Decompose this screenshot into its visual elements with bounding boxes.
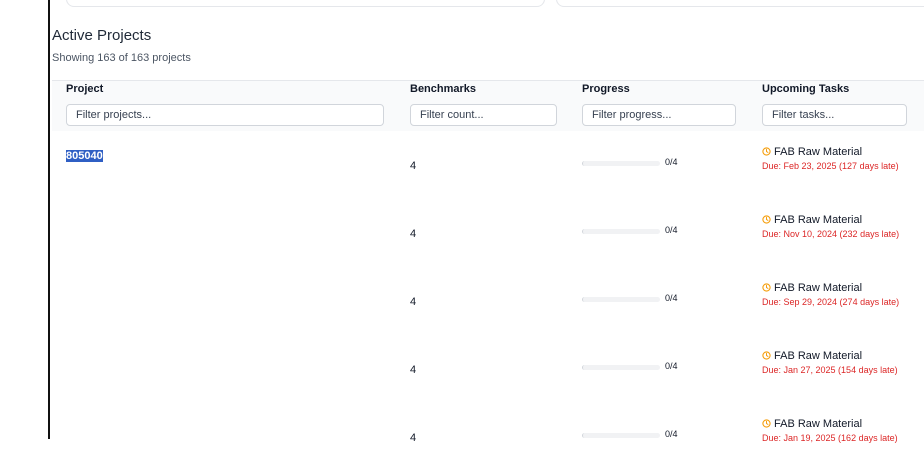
task-title-line: FAB Raw Material <box>762 350 912 363</box>
upcoming-task[interactable]: FAB Raw Material Due: Jan 19, 2025 (162 … <box>762 418 912 445</box>
column-header-benchmarks[interactable]: Benchmarks <box>410 83 476 95</box>
task-name: FAB Raw Material <box>774 282 863 294</box>
benchmarks-cell: 4 <box>410 160 417 172</box>
task-title-line: FAB Raw Material <box>762 214 912 227</box>
table-row[interactable]: 4 0/4 FAB Raw Material Due: Nov 10, 2024… <box>52 199 924 268</box>
upcoming-task[interactable]: FAB Raw Material Due: Jan 27, 2025 (154 … <box>762 350 912 377</box>
upcoming-task[interactable]: FAB Raw Material Due: Sep 29, 2024 (274 … <box>762 282 912 309</box>
column-header-upcoming-tasks[interactable]: Upcoming Tasks <box>762 83 849 95</box>
project-cell: 805040 <box>66 150 103 162</box>
task-name: FAB Raw Material <box>774 214 863 226</box>
left-divider <box>48 0 50 439</box>
progress-bar <box>582 229 660 234</box>
benchmarks-cell: 4 <box>410 432 417 444</box>
progress-text: 0/4 <box>665 429 678 439</box>
clock-icon <box>762 351 771 360</box>
task-due-date: Due: Sep 29, 2024 (274 days late) <box>762 297 900 307</box>
upcoming-task[interactable]: FAB Raw Material Due: Nov 10, 2024 (232 … <box>762 214 912 241</box>
section-title: Active Projects <box>52 27 152 44</box>
progress-text: 0/4 <box>665 225 678 235</box>
summary-card <box>556 0 924 7</box>
progress-bar <box>582 161 660 166</box>
filter-benchmarks-input[interactable] <box>410 104 557 126</box>
table-row[interactable]: 805040 4 0/4 FAB Raw Material Due: Feb 2… <box>52 131 924 200</box>
projects-table: Project Benchmarks Progress Upcoming Tas… <box>52 80 924 450</box>
progress-bar <box>582 433 660 438</box>
task-title-line: FAB Raw Material <box>762 418 912 431</box>
filter-tasks-input[interactable] <box>762 104 907 126</box>
progress-bar <box>582 365 660 370</box>
table-row[interactable]: 4 0/4 FAB Raw Material Due: Sep 29, 2024… <box>52 267 924 336</box>
task-title-line: FAB Raw Material <box>762 146 912 159</box>
progress-text: 0/4 <box>665 293 678 303</box>
table-row[interactable]: 4 0/4 FAB Raw Material Due: Jan 27, 2025… <box>52 335 924 404</box>
clock-icon <box>762 283 771 292</box>
benchmarks-cell: 4 <box>410 296 417 308</box>
task-name: FAB Raw Material <box>774 418 863 430</box>
task-name: FAB Raw Material <box>774 146 863 158</box>
task-due-date: Due: Nov 10, 2024 (232 days late) <box>762 229 900 239</box>
table-row[interactable]: 4 0/4 FAB Raw Material Due: Jan 19, 2025… <box>52 403 924 450</box>
filter-projects-input[interactable] <box>66 104 384 126</box>
filter-progress-input[interactable] <box>582 104 736 126</box>
results-count: Showing 163 of 163 projects <box>52 52 191 64</box>
progress-bar <box>582 297 660 302</box>
task-due-date: Due: Feb 23, 2025 (127 days late) <box>762 161 899 171</box>
benchmarks-cell: 4 <box>410 364 417 376</box>
task-name: FAB Raw Material <box>774 350 863 362</box>
column-header-project[interactable]: Project <box>66 83 103 95</box>
task-due-date: Due: Jan 27, 2025 (154 days late) <box>762 365 898 375</box>
upcoming-task[interactable]: FAB Raw Material Due: Feb 23, 2025 (127 … <box>762 146 912 173</box>
clock-icon <box>762 147 771 156</box>
column-header-progress[interactable]: Progress <box>582 83 630 95</box>
summary-card <box>66 0 545 7</box>
clock-icon <box>762 215 771 224</box>
task-title-line: FAB Raw Material <box>762 282 912 295</box>
clock-icon <box>762 419 771 428</box>
progress-text: 0/4 <box>665 361 678 371</box>
benchmarks-cell: 4 <box>410 228 417 240</box>
project-link[interactable]: 805040 <box>66 150 103 162</box>
progress-text: 0/4 <box>665 157 678 167</box>
table-header: Project Benchmarks Progress Upcoming Tas… <box>52 80 924 132</box>
